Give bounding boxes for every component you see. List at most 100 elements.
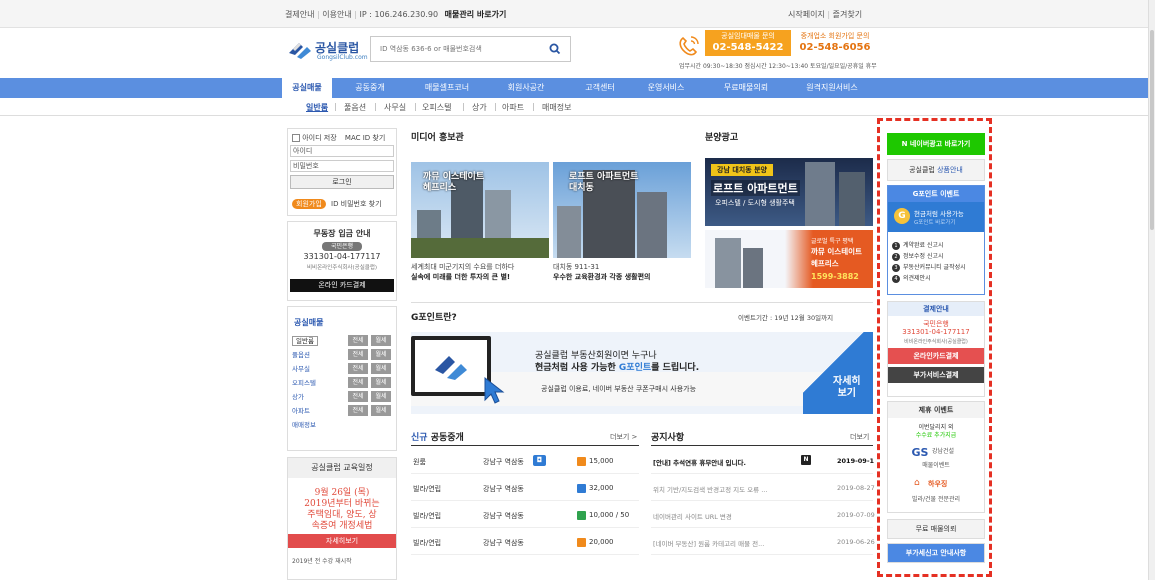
free-request-button[interactable]: 무료 매물의뢰 [887,519,985,539]
wolse-button[interactable]: 월세 [371,377,391,388]
search-input[interactable] [371,37,541,61]
subnav-sale-info[interactable]: 매매정보 [542,102,571,113]
jeonse-button[interactable]: 전세 [348,363,368,374]
id-field[interactable]: 아이디 [290,145,394,157]
coop-row[interactable]: 빌라/연립 강남구 역삼동 32,000 [411,479,639,501]
gpoint-event-box[interactable]: G포인트 이벤트 G 현금처럼 사용가능 G포인트 바로가기 1 계약완료 신고시… [887,185,985,295]
right-card-button[interactable]: 온라인카드결제 [888,348,984,364]
favorite-link[interactable]: 즐겨찾기 [833,10,862,19]
join-button[interactable]: 회원가입 [292,199,326,209]
start-page-link[interactable]: 시작페이지 [788,10,825,19]
coop-row[interactable]: 빌라/연립 강남구 역삼동 10,000 / 50 [411,506,639,528]
subnav-apartment[interactable]: 아파트 [502,102,524,113]
subnav-general-room[interactable]: 일반룸 [306,102,328,113]
find-account-link[interactable]: ID 비밀번호 찾기 [331,200,382,208]
main-nav: 공실매물 공동중개 매물셀프코너 회원사공간 고객센터 운영서비스 무료매물의뢰… [0,78,1155,98]
gpoint-line3: 공실클럽 이용료, 네이버 부동산 쿠폰구매시 사용가능 [541,385,697,393]
listing-menu-item[interactable]: 사무실 전세 월세 [292,363,394,375]
coop-type: 빌라/연립 [413,512,442,520]
sub-nav: 일반룸 | 풀옵션 | 사무실 | 오피스텔 | 상가 | 아파트 | 매매정보 [0,98,1155,116]
jeonse-button[interactable]: 전세 [348,335,368,346]
wolse-button[interactable]: 월세 [371,335,391,346]
ad-banner-1-headline: 로프트 아파트먼트 [711,180,800,196]
notice-text: 위치 기반/지도검색 반경고정 지도 오류 ... [653,486,768,494]
listing-menu-item[interactable]: 풀옵션 전세 월세 [292,349,394,361]
jeonse-button[interactable]: 전세 [348,349,368,360]
wolse-button[interactable]: 월세 [371,405,391,416]
education-more-button[interactable]: 자세히보기 [288,534,396,548]
notice-row[interactable]: 위치 기반/지도검색 반경고정 지도 오류 ... 2019-08-27 [651,479,875,501]
gpoint-earn-item: 2 정보수정 신고시 [892,251,982,262]
scrollbar-thumb[interactable] [1150,30,1154,230]
gpoint-more-button[interactable]: 자세히 보기 [833,376,861,400]
wolse-button[interactable]: 월세 [371,363,391,374]
subnav-full-option[interactable]: 풀옵션 [344,102,366,113]
search-icon[interactable] [549,42,561,56]
coop-row[interactable]: 원룸 강남구 역삼동 ◘ 15,000 [411,452,639,474]
listing-menu-item[interactable]: 매매정보 [292,419,394,431]
media-thumbnail-1[interactable]: 까뮤 이스테이트 헤프리스 [411,162,549,258]
wolse-button[interactable]: 월세 [371,349,391,360]
media-thumbnail-2[interactable]: 로프트 아파트먼트 대치동 [553,162,691,258]
subnav-officetel[interactable]: 오피스텔 [422,102,451,113]
nav-free-request[interactable]: 무료매물의뢰 [706,78,786,98]
jeonse-button[interactable]: 전세 [348,377,368,388]
naver-ad-button[interactable]: N 네이버광고 바로가기 [887,133,985,155]
notice-more-link[interactable]: 더보기 [850,432,869,442]
payment-guide-box: 결제안내 국민은행 331301-04-177117 비비온라인주식회사(공실클… [887,301,985,397]
coop-row[interactable]: 빌라/연립 강남구 역삼동 20,000 [411,533,639,555]
nav-customer-center[interactable]: 고객센터 [570,78,630,98]
page-scrollbar[interactable] [1148,0,1155,580]
right-bank-account: 331301-04-177117 [902,328,970,336]
jeonse-button[interactable]: 전세 [348,391,368,402]
notice-date: 2019-06-26 [837,538,875,546]
nav-remote-support[interactable]: 원격지원서비스 [790,78,874,98]
jeonse-button[interactable]: 전세 [348,405,368,416]
payment-guide-link[interactable]: 결제안내 [285,10,314,19]
listing-menu-item[interactable]: 오피스텔 전세 월세 [292,377,394,389]
nav-self-corner[interactable]: 매물셀프코너 [411,78,483,98]
wolse-button[interactable]: 월세 [371,391,391,402]
cash-usable-sub: G포인트 바로가기 [914,220,956,226]
subnav-office[interactable]: 사무실 [384,102,406,113]
notice-row[interactable]: [네이버 부동산] 원룸 카테고리 매물 전... 2019-06-26 [651,533,875,555]
listing-menu-item[interactable]: 아파트 전세 월세 [292,405,394,417]
education-title: 공실클럽 교육일정 [288,458,396,478]
housing-name: 하우징 [928,480,948,488]
nav-member-space[interactable]: 회원사공간 [491,78,561,98]
coop-type: 원룸 [413,458,426,466]
nav-operation-service[interactable]: 운영서비스 [634,78,698,98]
gpoint-banner[interactable]: 공실클럽 부동산회원이면 누구나 현금처럼 사용 가능한 G포인트를 드립니다.… [411,332,873,414]
subnav-store[interactable]: 상가 [472,102,487,113]
site-logo[interactable]: 공실클럽 GongsilClub.com [287,37,375,65]
listing-management-link[interactable]: 매물관리 바로가기 [445,10,507,19]
password-field[interactable]: 비밀번호 [290,160,394,172]
listing-menu-item[interactable]: 일반룸 전세 월세 [292,335,394,347]
gs-sub: 매물이벤트 [922,462,950,469]
login-button[interactable]: 로그인 [290,175,394,189]
mac-id-link[interactable]: MAC ID 찾기 [345,134,385,142]
partner-event-title: 제휴 이벤트 [888,402,984,418]
ip-text: IP : 106.246.230.90 [359,10,439,19]
ad-banner-1[interactable]: 강남 대치동 분양 로프트 아파트먼트 오피스텔 / 도시형 생활주택 [705,158,873,226]
coop-more-link[interactable]: 더보기 > [610,432,637,442]
gpoint-line2-a: 현금처럼 사용 가능한 [535,363,619,373]
save-id-checkbox[interactable] [292,134,300,142]
bank-holder: 비비온라인주식회사(공실클럽) [306,265,378,271]
media-caption-2-line1: 대치동 911-31 [553,263,600,271]
nav-gongsil-listings[interactable]: 공실매물 [282,78,332,98]
listing-menu-item[interactable]: 상가 전세 월세 [292,391,394,403]
nav-joint-brokerage[interactable]: 공동중개 [340,78,400,98]
extra-service-button[interactable]: 부가서비스결제 [888,367,984,383]
usage-guide-link[interactable]: 이용안내 [322,10,351,19]
notice-title: 공지사항 [651,433,685,443]
coop-location: 강남구 역삼동 [483,512,524,520]
online-card-button[interactable]: 온라인 카드결제 [290,279,394,292]
product-guide-button[interactable]: 공실클럽 상품안내 [887,159,985,181]
member-contact-label: 중개업소 회원가입 문의 [800,32,870,40]
price-icon [577,484,586,493]
ad-banner-2[interactable]: 글로벌 특구 평택 까뮤 이스테이트 헤프리스 1599-3882 [705,230,873,288]
vat-guide-button[interactable]: 부가세신고 안내사항 [887,543,985,563]
notice-row[interactable]: 네이버관리 사이트 URL 변경 2019-07-09 [651,506,875,528]
notice-row[interactable]: [안내] 추석연휴 휴무안내 입니다. N 2019-09-1 [651,452,874,474]
